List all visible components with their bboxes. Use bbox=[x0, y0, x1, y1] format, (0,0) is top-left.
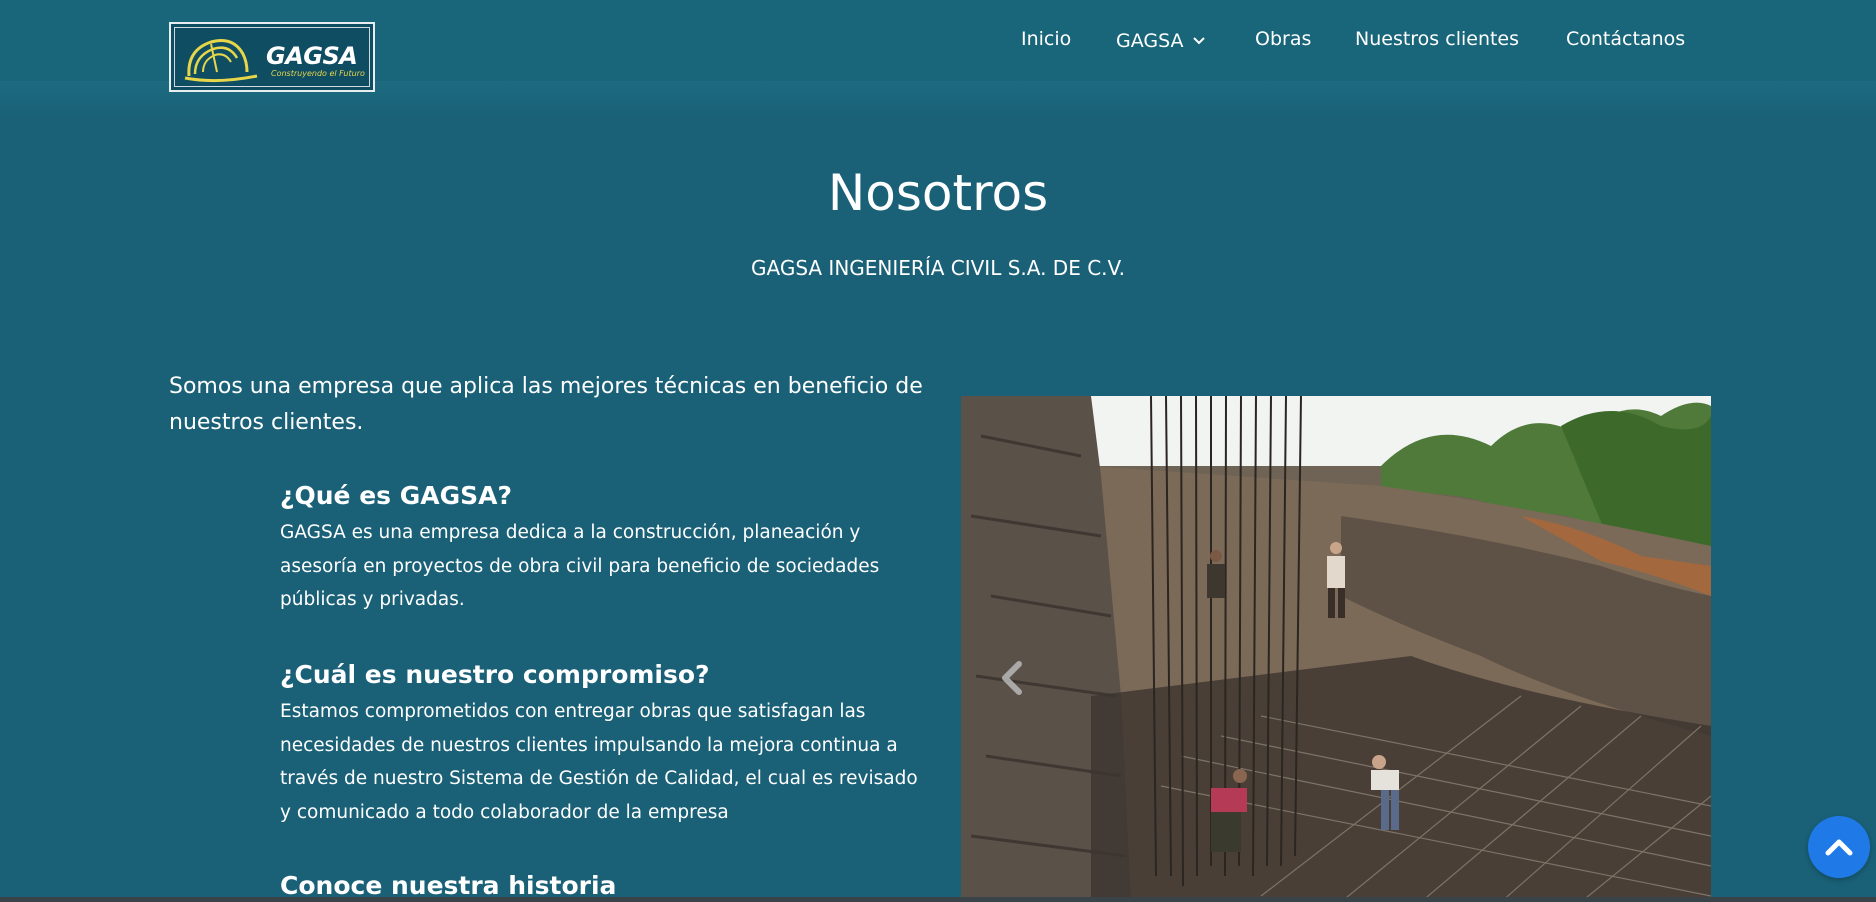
page-title: Nosotros bbox=[827, 164, 1049, 222]
chevron-left-icon bbox=[1002, 661, 1022, 695]
page: GAGSA Construyendo el Futuro Inicio GAGS… bbox=[0, 0, 1876, 902]
carousel-prev-button[interactable] bbox=[997, 658, 1027, 698]
chevron-up-icon bbox=[1825, 839, 1853, 856]
nav-item-gagsa-label: GAGSA bbox=[1116, 30, 1184, 52]
nav-item-obras[interactable]: Obras bbox=[1255, 28, 1311, 50]
chevron-down-icon bbox=[1192, 28, 1205, 50]
logo-tagline: Construyendo el Futuro bbox=[271, 69, 365, 78]
main-nav: Inicio GAGSA Obras Nuestros clientes Con… bbox=[0, 28, 1876, 58]
nav-item-inicio[interactable]: Inicio bbox=[1021, 28, 1071, 50]
section-historia: Conoce nuestra historia bbox=[280, 871, 920, 900]
section-compromiso: ¿Cuál es nuestro compromiso? Estamos com… bbox=[280, 660, 920, 829]
nav-item-contactanos[interactable]: Contáctanos bbox=[1566, 28, 1685, 50]
nav-item-nuestros-clientes[interactable]: Nuestros clientes bbox=[1355, 28, 1519, 50]
section-body: Estamos comprometidos con entregar obras… bbox=[280, 701, 918, 823]
section-heading: Conoce nuestra historia bbox=[280, 871, 617, 900]
intro-text: Somos una empresa que aplica las mejores… bbox=[169, 374, 923, 435]
nav-item-gagsa[interactable]: GAGSA bbox=[1116, 28, 1205, 52]
back-to-top-button[interactable] bbox=[1808, 816, 1870, 878]
section-heading: ¿Cuál es nuestro compromiso? bbox=[280, 660, 710, 689]
image-carousel[interactable] bbox=[961, 396, 1711, 902]
page-subtitle: GAGSA INGENIERÍA CIVIL S.A. DE C.V. bbox=[751, 256, 1125, 280]
section-que-es: ¿Qué es GAGSA? GAGSA es una empresa dedi… bbox=[280, 481, 920, 617]
section-body: GAGSA es una empresa dedica a la constru… bbox=[280, 522, 880, 610]
section-heading: ¿Qué es GAGSA? bbox=[280, 481, 512, 510]
carousel-image bbox=[961, 396, 1711, 902]
bottom-edge bbox=[0, 897, 1876, 902]
